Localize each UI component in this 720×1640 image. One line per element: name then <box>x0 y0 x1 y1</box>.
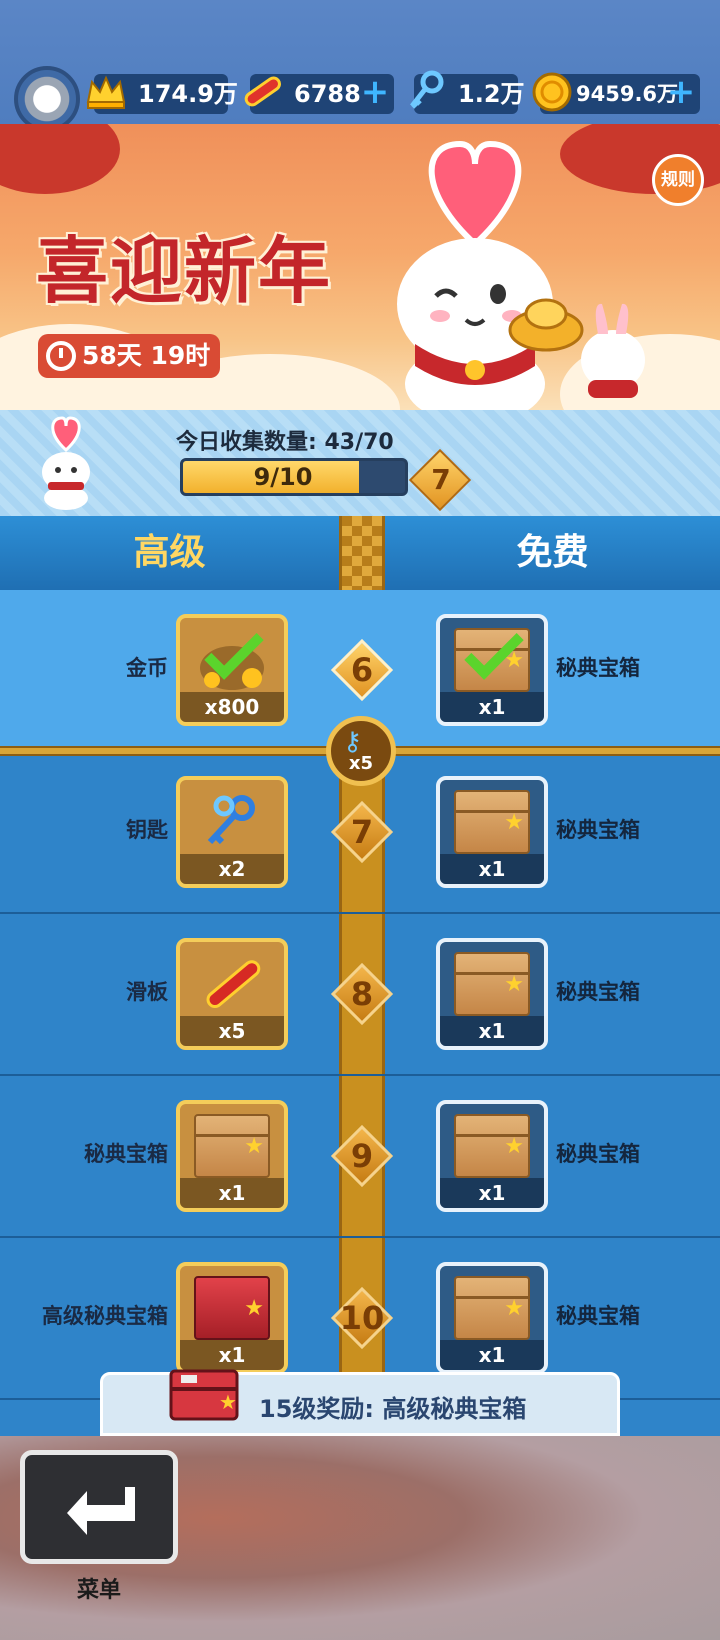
premium-reward-card[interactable]: x800 <box>176 614 288 726</box>
premium-column-header: 高级 <box>0 516 339 590</box>
bottom-area: 菜单 <box>0 1436 720 1640</box>
premium-reward-card[interactable]: x2 <box>176 776 288 888</box>
free-reward-qty: x1 <box>440 854 544 884</box>
free-column-header: 免费 <box>385 516 720 590</box>
free-reward-label: 秘典宝箱 <box>556 818 640 842</box>
settings-button[interactable] <box>14 66 80 132</box>
final-reward-bar[interactable]: ★ 15级奖励: 高级秘典宝箱 <box>100 1369 620 1436</box>
daily-collect-label: 今日收集数量: 43/70 <box>176 430 394 455</box>
crown-icon <box>86 75 126 109</box>
free-reward-qty: x1 <box>440 692 544 722</box>
event-title: 喜迎新年 <box>36 228 333 313</box>
level-number: 6 <box>350 651 374 689</box>
free-reward-qty: x1 <box>440 1016 544 1046</box>
keys-value: 1.2万 <box>458 80 525 108</box>
level-marker: 6 <box>330 638 394 702</box>
free-reward-card[interactable]: x1 <box>436 1262 548 1374</box>
level-marker: 8 <box>330 962 394 1026</box>
gear-icon <box>22 72 72 126</box>
final-reward-text: 15级奖励: 高级秘典宝箱 <box>259 1395 527 1423</box>
premium-reward-qty: x2 <box>180 854 284 884</box>
level-marker: 10 <box>330 1286 394 1350</box>
free-reward-card[interactable]: x1 <box>436 776 548 888</box>
premium-reward-label: 钥匙 <box>126 818 168 842</box>
premium-reward-label: 金币 <box>126 656 168 680</box>
premium-reward-card[interactable]: x1 <box>176 1262 288 1374</box>
level-progress-bar: 9/10 <box>180 458 408 496</box>
menu-label: 菜单 <box>76 1578 121 1603</box>
premium-reward-qty: x1 <box>180 1178 284 1208</box>
premium-reward-card[interactable]: x1 <box>176 1100 288 1212</box>
current-level-number: 7 <box>431 463 451 496</box>
return-arrow-icon <box>67 1487 135 1535</box>
progress-text: 9/10 <box>253 463 313 491</box>
collection-progress: 今日收集数量: 43/70 9/10 7 <box>0 410 720 516</box>
free-reward-label: 秘典宝箱 <box>556 656 640 680</box>
premium-reward-label: 滑板 <box>126 980 168 1004</box>
level-marker: 9 <box>330 1124 394 1188</box>
red-chest-icon: ★ <box>169 1369 239 1421</box>
reward-row: 滑板 x5 8 x1 秘典宝箱 <box>0 914 720 1076</box>
free-reward-card[interactable]: x1 <box>436 938 548 1050</box>
free-reward-card[interactable]: x1 <box>436 614 548 726</box>
pine-decoration <box>0 124 120 194</box>
add-skateboard-button[interactable]: + <box>360 75 390 109</box>
premium-reward-card[interactable]: x5 <box>176 938 288 1050</box>
reward-track[interactable]: 高级 免费 金币x8006x1秘典宝箱钥匙x27x1秘典宝箱滑板x58x1秘典宝… <box>0 516 720 1436</box>
gold-ingot-image <box>508 298 584 352</box>
crown-counter: 174.9万 <box>86 74 238 114</box>
skateboard-icon <box>244 76 281 107</box>
add-coins-button[interactable]: + <box>666 75 696 109</box>
free-reward-card[interactable]: x1 <box>436 1100 548 1212</box>
level-number: 7 <box>350 813 374 851</box>
crown-value: 174.9万 <box>138 80 238 108</box>
rabbit-avatar-icon <box>42 416 90 510</box>
free-reward-qty: x1 <box>440 1178 544 1208</box>
key-milestone-qty: x5 <box>348 753 374 774</box>
skateboard-counter: 6788 + <box>244 74 394 114</box>
level-marker: 7 <box>330 800 394 864</box>
level-number: 9 <box>350 1137 374 1175</box>
free-reward-label: 秘典宝箱 <box>556 1304 640 1328</box>
coin-icon <box>532 72 572 112</box>
premium-reward-label: 高级秘典宝箱 <box>42 1304 168 1328</box>
rabbit-mascot-image <box>397 140 553 410</box>
coins-counter: 9459.6万 + <box>532 72 700 114</box>
key-milestone[interactable]: ⚷ x5 <box>326 716 396 786</box>
skateboard-value: 6788 <box>294 80 361 108</box>
premium-reward-qty: x5 <box>180 1016 284 1046</box>
free-reward-label: 秘典宝箱 <box>556 980 640 1004</box>
premium-reward-qty: x800 <box>180 692 284 722</box>
event-banner: 喜迎新年 规则 58天 19时 <box>0 124 720 410</box>
rules-button[interactable]: 规则 <box>652 154 704 206</box>
premium-reward-label: 秘典宝箱 <box>84 1142 168 1166</box>
event-timer: 58天 19时 <box>38 334 220 378</box>
stopwatch-icon <box>46 341 76 371</box>
checker-pattern <box>342 516 382 590</box>
resource-bar: 174.9万 6788 + 1.2万 9459.6万 + <box>0 0 720 132</box>
menu-button[interactable] <box>20 1450 178 1564</box>
coins-value: 9459.6万 <box>576 82 679 106</box>
keys-counter: 1.2万 <box>410 70 525 114</box>
timer-text: 58天 19时 <box>82 341 211 370</box>
free-reward-label: 秘典宝箱 <box>556 1142 640 1166</box>
svg-text:★: ★ <box>219 1390 237 1414</box>
level-number: 10 <box>339 1299 385 1337</box>
key-icon <box>410 70 444 109</box>
free-reward-qty: x1 <box>440 1340 544 1370</box>
reward-row: 秘典宝箱 x1 9 x1 秘典宝箱 <box>0 1076 720 1238</box>
level-number: 8 <box>350 975 374 1013</box>
